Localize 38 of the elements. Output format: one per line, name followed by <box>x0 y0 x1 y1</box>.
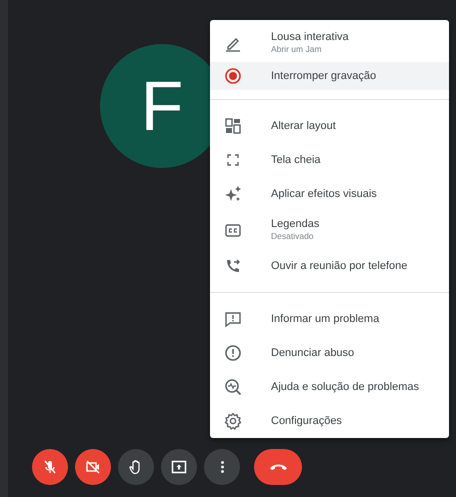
menu-item-label: Denunciar abuso <box>271 346 354 360</box>
menu-item-label: Ajuda e solução de problemas <box>271 380 419 394</box>
menu-item-label: Configurações <box>271 414 342 428</box>
sparkle-icon <box>224 185 242 203</box>
camera-off-icon <box>84 458 102 476</box>
menu-item[interactable]: Ouvir a reunião por telefone <box>210 249 449 283</box>
menu-item[interactable]: Denunciar abuso <box>210 336 449 370</box>
phone-icon <box>224 257 242 275</box>
microphone-button[interactable] <box>32 449 68 485</box>
menu-item-label: Alterar layout <box>271 118 336 134</box>
present-button[interactable] <box>161 449 197 485</box>
menu-item[interactable]: Interromper gravação <box>210 62 449 90</box>
settings-icon <box>224 412 242 430</box>
menu-item-label: Tela cheia <box>271 152 321 168</box>
menu-item[interactable]: Informar um problema <box>210 302 449 336</box>
layout-icon <box>224 117 242 135</box>
menu-item-label: Interromper gravação <box>271 68 376 84</box>
menu-item[interactable]: Aplicar efeitos visuais <box>210 177 449 211</box>
menu-item-label: Informar um problema <box>271 312 380 326</box>
menu-item-label: Legendas <box>271 216 320 232</box>
more-icon <box>220 461 224 473</box>
menu-item-label: Aplicar efeitos visuais <box>271 186 377 202</box>
present-screen-icon <box>170 458 188 476</box>
alert-icon <box>224 344 242 362</box>
menu-item[interactable]: Ajuda e solução de problemas <box>210 370 449 404</box>
menu-item-sublabel: Desativado <box>271 231 315 244</box>
menu-item[interactable]: Configurações <box>210 404 449 438</box>
hang-up-button[interactable] <box>254 449 302 485</box>
menu-item-label: Lousa interativa <box>271 30 349 44</box>
record-icon <box>224 67 242 85</box>
menu-item[interactable]: Legendas Desativado <box>210 211 449 249</box>
phone-hangup-icon <box>270 464 286 470</box>
camera-button[interactable] <box>75 449 111 485</box>
raise-hand-button[interactable] <box>118 449 154 485</box>
menu-item-sublabel: Abrir um Jam <box>271 44 323 56</box>
help-icon <box>224 378 242 396</box>
feedback-icon <box>224 310 242 328</box>
menu-item-label: Ouvir a reunião por telefone <box>271 258 408 274</box>
